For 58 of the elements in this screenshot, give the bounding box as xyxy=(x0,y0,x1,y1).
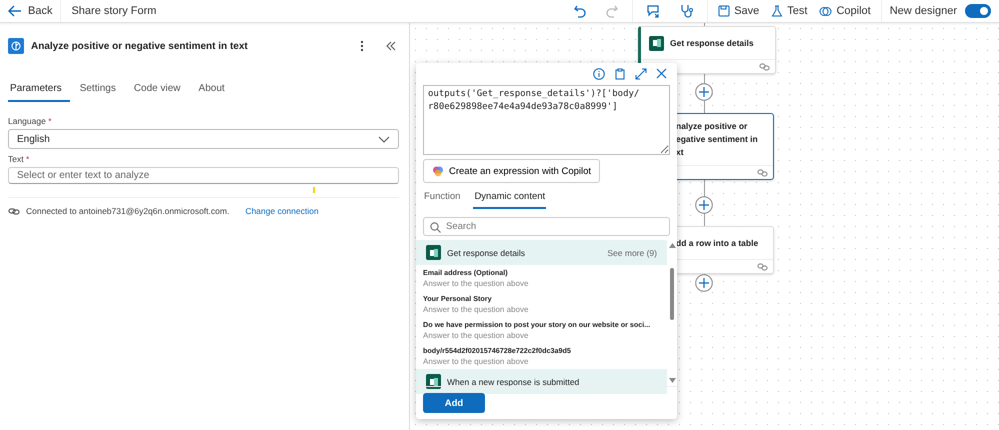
back-arrow-icon xyxy=(8,5,22,17)
popup-tab[interactable]: Function xyxy=(423,189,462,209)
link-icon xyxy=(8,206,20,216)
flow-title: Share story Form xyxy=(71,5,156,17)
add-step-icon[interactable] xyxy=(695,83,713,101)
sentiment-icon xyxy=(8,38,24,54)
forms-icon xyxy=(426,374,441,389)
cursor-marker xyxy=(313,187,315,193)
language-dropdown[interactable]: English xyxy=(8,129,399,149)
expand-icon[interactable] xyxy=(635,68,647,80)
content-group-header[interactable]: When a new response is submitted xyxy=(416,369,667,394)
flow-step-card[interactable]: Get response details xyxy=(638,26,776,74)
copilot-button[interactable]: Copilot xyxy=(817,4,873,18)
expression-field[interactable]: outputs('Get_response_details')?['body/ r80e629898ee74e4a94de93a78c0a8999'] xyxy=(423,85,670,155)
copilot-expression-button[interactable]: Create an expression with Copilot xyxy=(423,159,600,183)
forms-icon xyxy=(426,245,441,260)
add-step-icon[interactable] xyxy=(695,274,713,292)
clipboard-icon[interactable] xyxy=(614,68,626,80)
panel-tab[interactable]: Settings xyxy=(78,81,124,102)
back-button[interactable]: Back xyxy=(0,0,62,22)
toggle-label: New designer xyxy=(890,5,957,17)
collapse-icon[interactable] xyxy=(385,41,397,51)
group-title: When a new response is submitted xyxy=(447,376,580,386)
link-icon xyxy=(757,168,768,176)
forms-icon xyxy=(649,36,664,50)
content-group-header[interactable]: Get response details See more (9) xyxy=(416,240,667,265)
scroll-up-icon[interactable] xyxy=(668,243,676,248)
panel-tab[interactable]: About xyxy=(196,81,233,102)
save-icon xyxy=(718,5,730,17)
search-field[interactable]: Search xyxy=(423,217,670,236)
more-icon[interactable] xyxy=(360,40,364,52)
copilot-icon xyxy=(819,4,832,18)
chevron-down-icon xyxy=(378,136,390,142)
connection-text: Connected to antoineb731@6y2q6n.onmicrosoft.com. xyxy=(26,206,230,216)
save-button[interactable]: Save xyxy=(716,5,762,17)
text-input[interactable]: Select or enter text to analyze xyxy=(8,167,399,184)
group-title: Get response details xyxy=(447,248,526,258)
panel-title: Analyze positive or negative sentiment in text xyxy=(31,40,249,52)
test-button[interactable]: Test xyxy=(769,5,810,17)
scroll-down-icon[interactable] xyxy=(668,378,676,382)
new-designer-toggle[interactable] xyxy=(965,4,991,18)
link-icon xyxy=(757,262,768,270)
info-icon[interactable] xyxy=(593,68,605,80)
link-icon xyxy=(759,62,770,70)
panel-tab[interactable]: Parameters xyxy=(8,81,70,102)
add-button[interactable]: Add xyxy=(423,393,485,413)
undo-icon[interactable] xyxy=(573,4,588,18)
popup-tab[interactable]: Dynamic content xyxy=(473,189,546,209)
close-icon[interactable] xyxy=(656,68,667,79)
text-label: Text * xyxy=(8,154,30,164)
change-connection-link[interactable]: Change connection xyxy=(245,206,319,216)
step-title: Get response details xyxy=(670,36,754,50)
add-step-icon[interactable] xyxy=(695,196,713,214)
panel-tab[interactable]: Code view xyxy=(132,81,189,102)
copilot-icon xyxy=(432,165,444,177)
language-label: Language * xyxy=(8,116,52,126)
stethoscope-icon[interactable] xyxy=(680,4,694,18)
flask-icon xyxy=(771,5,784,17)
